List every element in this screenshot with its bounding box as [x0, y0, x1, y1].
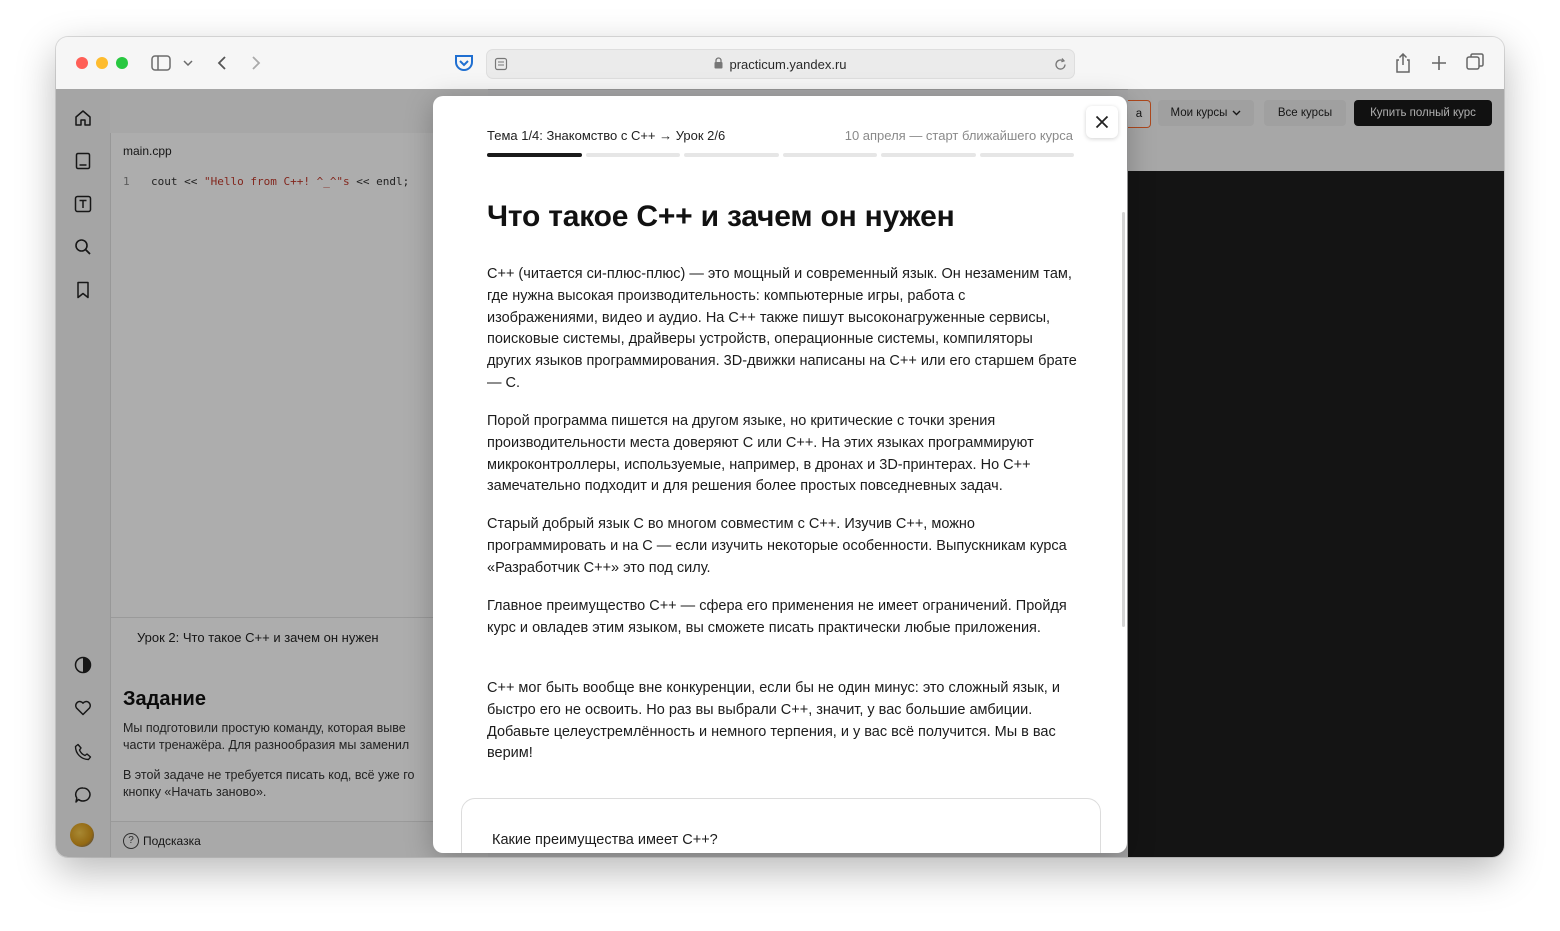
quiz-card: Какие преимущества имеет C++? [461, 798, 1101, 853]
browser-window: practicum.yandex.ru main.cpp 1 cout << "… [56, 37, 1504, 857]
close-icon [1095, 115, 1109, 129]
progress-segment [782, 153, 877, 157]
progress-segment [585, 153, 680, 157]
tabs-overview-icon[interactable] [1464, 51, 1486, 73]
progress-segment [979, 153, 1074, 157]
reload-icon[interactable] [1052, 56, 1068, 72]
lesson-modal: Тема 1/4: Знакомство с C++ → Урок 2/6 10… [433, 96, 1127, 853]
back-icon[interactable] [212, 52, 232, 74]
article-paragraph: C++ (читается си-плюс-плюс) — это мощный… [487, 266, 1077, 391]
breadcrumb: Тема 1/4: Знакомство с C++ → Урок 2/6 [487, 128, 726, 143]
lock-icon [714, 56, 723, 72]
share-icon[interactable] [1393, 51, 1413, 75]
next-course-start: 10 апреля — старт ближайшего курса [844, 128, 1073, 143]
forward-icon[interactable] [246, 52, 266, 74]
article-paragraph: Старый добрый язык C во многом совместим… [487, 516, 1067, 576]
page-content: main.cpp 1 cout << "Hello from C++! ^_^"… [56, 89, 1504, 857]
address-bar[interactable]: practicum.yandex.ru [486, 49, 1075, 79]
progress-segment [487, 153, 582, 157]
pocket-icon[interactable] [453, 52, 475, 74]
close-window-button[interactable] [76, 57, 88, 69]
browser-toolbar: practicum.yandex.ru [56, 37, 1504, 90]
article-paragraph: Порой программа пишется на другом языке,… [487, 413, 1034, 495]
modal-title: Что такое C++ и зачем он нужен [487, 200, 955, 233]
quiz-question: Какие преимущества имеет C++? [492, 832, 718, 848]
chevron-down-icon[interactable] [180, 55, 196, 71]
lesson-progress [487, 153, 1074, 157]
url-text: practicum.yandex.ru [729, 56, 847, 72]
modal-scrollbar[interactable] [1122, 212, 1125, 627]
reader-icon[interactable] [493, 56, 509, 72]
progress-segment [684, 153, 779, 157]
sidebar-icon[interactable] [150, 52, 172, 74]
article-paragraph: Главное преимущество C++ — сфера его при… [487, 598, 1067, 636]
zoom-window-button[interactable] [116, 57, 128, 69]
article-paragraph: C++ мог быть вообще вне конкуренции, есл… [487, 680, 1060, 762]
progress-segment [881, 153, 976, 157]
minimize-window-button[interactable] [96, 57, 108, 69]
new-tab-icon[interactable] [1429, 52, 1449, 74]
close-modal-button[interactable] [1086, 106, 1118, 138]
